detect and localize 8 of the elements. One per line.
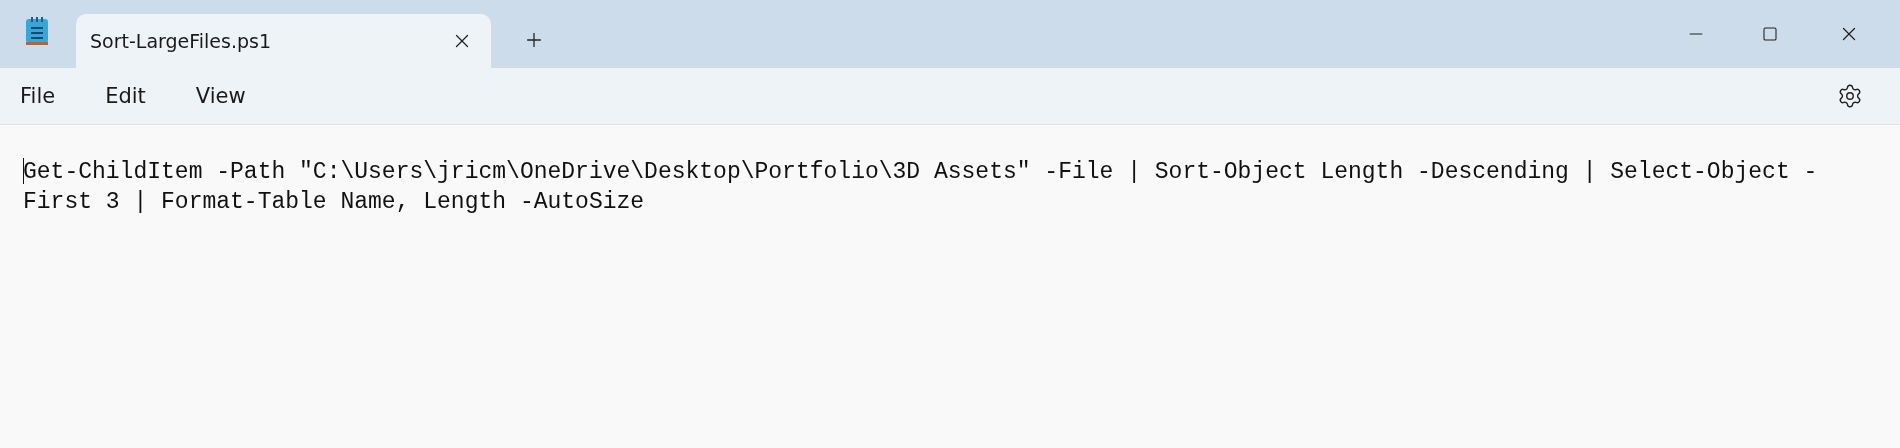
settings-icon[interactable] [1837, 83, 1863, 109]
file-tab[interactable]: Sort-LargeFiles.ps1 [76, 14, 491, 68]
maximize-icon[interactable] [1762, 26, 1778, 42]
menu-item[interactable]: View [195, 84, 246, 108]
notepad-icon [24, 17, 50, 47]
menu-item[interactable]: File [20, 84, 56, 108]
code-text: Get-ChildItem -Path "C:\Users\jricm\OneDrive\Desktop\Portfolio\3D Assets" -File | Sort-Object Length -Descending | Select-Object -First 3 | Format-Table Name, Length -AutoSize [23, 158, 1819, 217]
menu-item[interactable]: Edit [105, 84, 146, 108]
